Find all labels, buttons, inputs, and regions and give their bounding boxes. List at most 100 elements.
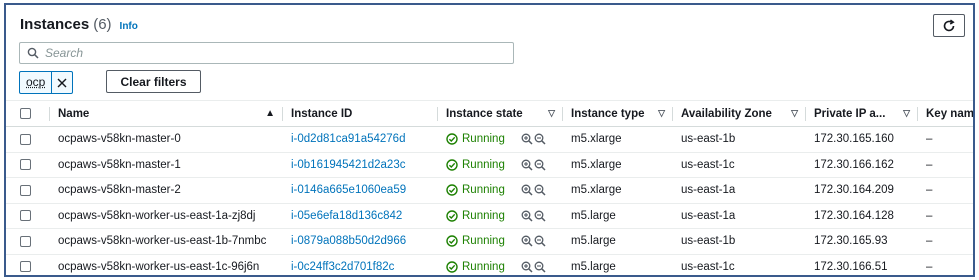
column-label: Availability Zone: [681, 107, 772, 120]
zoom-out-icon[interactable]: [534, 184, 546, 196]
sort-down-icon[interactable]: ▽: [548, 108, 555, 119]
key-name: –: [918, 203, 973, 229]
instance-id-link[interactable]: i-0b161945421d2a23c: [283, 152, 438, 178]
key-name: –: [918, 254, 973, 275]
availability-zone: us-east-1a: [673, 203, 806, 229]
instance-id-link[interactable]: i-0c24ff3c2d701f82c: [283, 254, 438, 275]
zoom-out-icon[interactable]: [534, 210, 546, 222]
filter-token-label: ocp: [20, 72, 53, 93]
column-header-instance-type[interactable]: Instance type ▽: [563, 100, 673, 127]
private-ip: 172.30.165.93: [806, 228, 918, 255]
panel-header: Instances (6) Info: [20, 16, 138, 33]
column-label: Instance type: [571, 107, 645, 120]
instance-state-text: Running: [462, 260, 505, 273]
column-header-private-ip[interactable]: Private IP a... ▽: [806, 100, 918, 127]
instance-state-text: Running: [462, 158, 505, 171]
zoom-in-icon[interactable]: [521, 261, 533, 273]
instances-panel: Instances (6) Info ocp Clear filters: [4, 3, 975, 277]
row-checkbox[interactable]: [20, 159, 31, 171]
zoom-out-icon[interactable]: [534, 235, 546, 247]
zoom-in-icon[interactable]: [521, 133, 533, 145]
row-checkbox[interactable]: [20, 261, 31, 273]
instance-type: m5.xlarge: [563, 177, 673, 204]
row-select-cell: [6, 254, 50, 275]
instance-type: m5.xlarge: [563, 126, 673, 153]
refresh-button[interactable]: [933, 14, 965, 37]
private-ip: 172.30.165.160: [806, 126, 918, 153]
instance-name: ocpaws-v58kn-worker-us-east-1c-96j6n: [50, 254, 283, 275]
instances-table: Name ▲ Instance ID Instance state ▽ Instan…: [6, 100, 975, 275]
key-name: –: [918, 126, 973, 153]
row-checkbox[interactable]: [20, 210, 31, 222]
check-circle-icon: [446, 210, 458, 222]
column-header-name[interactable]: Name ▲: [50, 100, 283, 127]
table-row[interactable]: ocpaws-v58kn-master-2 i-0146a665e1060ea5…: [6, 177, 973, 204]
zoom-out-icon[interactable]: [534, 159, 546, 171]
table-row[interactable]: ocpaws-v58kn-worker-us-east-1a-zj8dj i-0…: [6, 203, 973, 229]
row-checkbox[interactable]: [20, 184, 31, 196]
table-header-row: Name ▲ Instance ID Instance state ▽ Instan…: [6, 100, 975, 127]
instance-id-link[interactable]: i-0146a665e1060ea59: [283, 177, 438, 204]
column-header-instance-id[interactable]: Instance ID: [283, 100, 438, 127]
close-icon: [57, 78, 67, 87]
check-circle-icon: [446, 235, 458, 247]
table-row[interactable]: ocpaws-v58kn-master-1 i-0b161945421d2a23…: [6, 152, 973, 178]
private-ip: 172.30.164.128: [806, 203, 918, 229]
instance-name: ocpaws-v58kn-master-0: [50, 126, 283, 153]
search-input[interactable]: [45, 46, 445, 60]
sort-ascending-icon[interactable]: ▲: [265, 108, 275, 119]
check-circle-icon: [446, 261, 458, 273]
sort-down-icon[interactable]: ▽: [903, 108, 910, 119]
availability-zone: us-east-1c: [673, 254, 806, 275]
instance-state-text: Running: [462, 235, 505, 248]
row-select-cell: [6, 152, 50, 178]
remove-filter-button[interactable]: [52, 72, 72, 93]
sort-down-icon[interactable]: ▽: [791, 108, 798, 119]
instance-count: (6): [93, 16, 112, 33]
availability-zone: us-east-1a: [673, 177, 806, 204]
instance-id-link[interactable]: i-0879a088b50d2d966: [283, 228, 438, 255]
column-label: Instance state: [446, 107, 523, 120]
instance-state-text: Running: [462, 209, 505, 222]
page-title: Instances: [20, 16, 90, 33]
instance-type: m5.large: [563, 203, 673, 229]
clear-filters-button[interactable]: Clear filters: [106, 70, 201, 93]
zoom-out-icon[interactable]: [534, 261, 546, 273]
column-header-instance-state[interactable]: Instance state ▽: [438, 100, 563, 127]
private-ip: 172.30.164.209: [806, 177, 918, 204]
zoom-out-icon[interactable]: [534, 133, 546, 145]
row-select-cell: [6, 203, 50, 229]
column-label: Key name: [926, 107, 975, 120]
key-name: –: [918, 177, 973, 204]
availability-zone: us-east-1b: [673, 228, 806, 255]
instance-id-link[interactable]: i-0d2d81ca91a54276d: [283, 126, 438, 153]
info-link[interactable]: Info: [120, 21, 138, 32]
search-box[interactable]: [19, 42, 514, 64]
row-checkbox[interactable]: [20, 133, 31, 145]
column-label: Private IP a...: [814, 107, 886, 120]
select-all-checkbox[interactable]: [20, 107, 31, 119]
zoom-in-icon[interactable]: [521, 159, 533, 171]
column-header-key-name[interactable]: Key name: [918, 100, 975, 127]
check-circle-icon: [446, 133, 458, 145]
refresh-icon: [943, 19, 955, 31]
table-row[interactable]: ocpaws-v58kn-worker-us-east-1c-96j6n i-0…: [6, 254, 973, 275]
table-row[interactable]: ocpaws-v58kn-master-0 i-0d2d81ca91a54276…: [6, 126, 973, 153]
zoom-in-icon[interactable]: [521, 235, 533, 247]
table-row[interactable]: ocpaws-v58kn-worker-us-east-1b-7nmbc i-0…: [6, 228, 973, 255]
row-select-cell: [6, 126, 50, 153]
instance-id-link[interactable]: i-05e6efa18d136c842: [283, 203, 438, 229]
zoom-in-icon[interactable]: [521, 184, 533, 196]
instance-state-text: Running: [462, 184, 505, 197]
instance-name: ocpaws-v58kn-master-2: [50, 177, 283, 204]
instance-state-cell: Running: [438, 126, 563, 153]
row-checkbox[interactable]: [20, 235, 31, 247]
sort-down-icon[interactable]: ▽: [658, 108, 665, 119]
row-select-cell: [6, 177, 50, 204]
instance-type: m5.large: [563, 228, 673, 255]
availability-zone: us-east-1c: [673, 152, 806, 178]
zoom-in-icon[interactable]: [521, 210, 533, 222]
instance-state-cell: Running: [438, 177, 563, 204]
column-header-availability-zone[interactable]: Availability Zone ▽: [673, 100, 806, 127]
column-label: Name: [58, 107, 90, 120]
